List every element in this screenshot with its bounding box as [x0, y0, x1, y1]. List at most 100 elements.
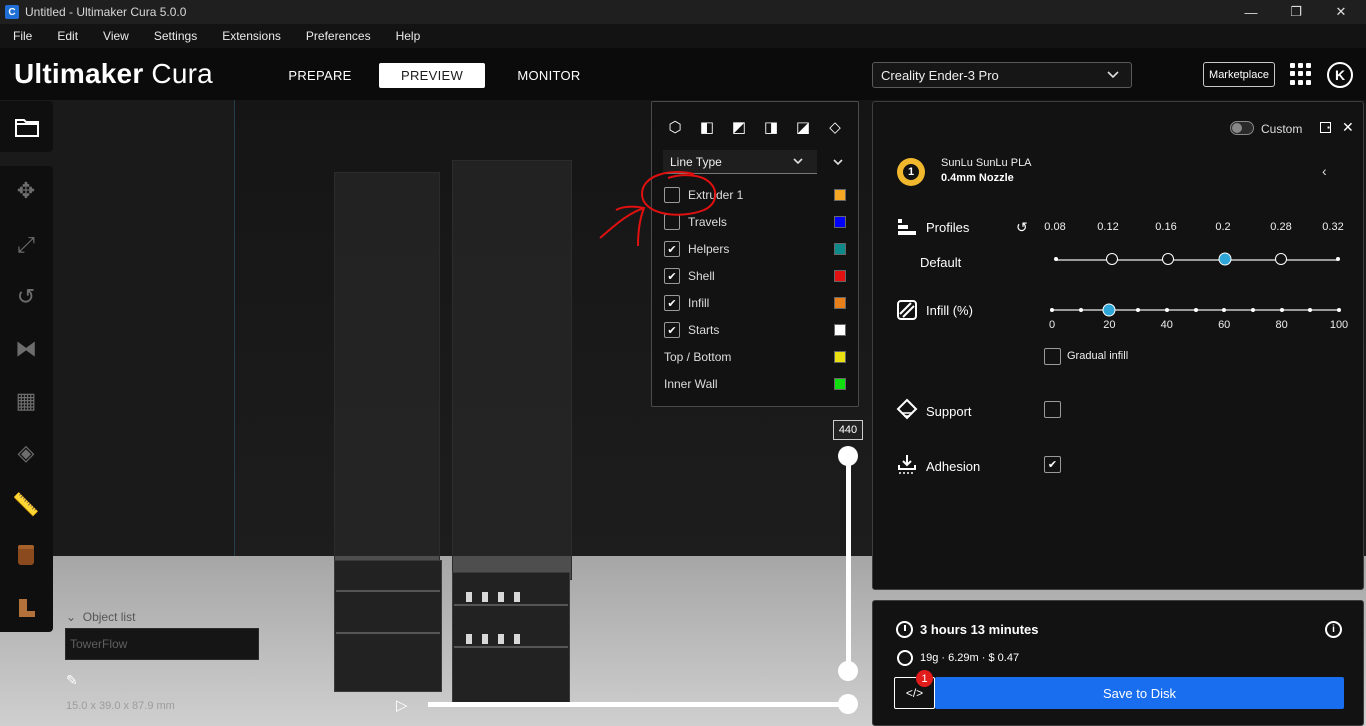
model-slot [482, 592, 488, 602]
per-model-settings-icon[interactable]: ▦ [13, 388, 39, 414]
feature-label: Top / Bottom [664, 350, 732, 364]
infill-tick-label: 20 [1103, 319, 1116, 331]
view-top-icon[interactable]: ◩ [730, 118, 748, 136]
feature-checkbox[interactable]: ✔ [664, 295, 680, 311]
reset-profile-icon[interactable]: ↺ [1016, 219, 1028, 236]
profile-option-handle[interactable] [1106, 253, 1118, 265]
account-avatar[interactable]: K [1327, 62, 1353, 88]
support-label: Support [926, 404, 972, 419]
feature-row-inner-wall: Inner Wall [664, 374, 848, 394]
menu-extensions[interactable]: Extensions [222, 29, 293, 43]
layer-height-slider-track[interactable] [1056, 259, 1338, 261]
material-spool-icon[interactable] [13, 542, 39, 568]
color-swatch [834, 270, 846, 282]
open-file-button[interactable] [0, 101, 53, 152]
model-layer-line [454, 604, 568, 606]
tab-monitor[interactable]: MONITOR [505, 63, 593, 88]
layer-slider-top-handle[interactable] [838, 446, 858, 466]
infill-label: Infill (%) [926, 303, 973, 318]
view-right-icon[interactable]: ◪ [794, 118, 812, 136]
color-swatch [834, 378, 846, 390]
profile-option-handle[interactable] [1275, 253, 1287, 265]
infill-icon [896, 299, 918, 321]
custom-model-icon[interactable] [13, 594, 39, 620]
view-3d-icon[interactable]: ⬡ [666, 118, 684, 136]
menu-edit[interactable]: Edit [57, 29, 90, 43]
feature-row-shell[interactable]: ✔ Shell [664, 266, 848, 286]
view-xray-icon[interactable]: ◇ [826, 118, 844, 136]
feature-checkbox[interactable]: ✔ [664, 322, 680, 338]
profiles-label: Profiles [926, 220, 970, 235]
scale-tool-icon[interactable]: ⤢ [13, 232, 39, 258]
feature-checkbox[interactable]: ✔ [664, 268, 680, 284]
infill-notch [1337, 308, 1341, 312]
chevron-down-icon [1107, 71, 1119, 79]
feature-label: Shell [688, 269, 715, 283]
support-blocker-icon[interactable]: ◈ [13, 440, 39, 466]
color-swatch [834, 297, 846, 309]
color-swatch [834, 243, 846, 255]
support-checkbox[interactable] [1044, 401, 1061, 418]
move-tool-icon[interactable]: ✥ [13, 178, 39, 204]
layer-slider-track[interactable] [846, 456, 851, 672]
infill-tick-label: 100 [1329, 319, 1349, 331]
view-left-icon[interactable]: ◨ [762, 118, 780, 136]
menu-preferences[interactable]: Preferences [306, 29, 383, 43]
object-dimensions: 15.0 x 39.0 x 87.9 mm [66, 700, 175, 712]
menu-settings[interactable]: Settings [154, 29, 209, 43]
printer-selector[interactable]: Creality Ender-3 Pro [872, 62, 1132, 88]
feature-row-starts[interactable]: ✔ Starts [664, 320, 848, 340]
profile-selected-handle[interactable] [1218, 252, 1232, 266]
menu-help[interactable]: Help [396, 29, 433, 43]
measure-tool-icon[interactable]: 📏 [12, 492, 39, 518]
close-window-button[interactable]: ✕ [1318, 0, 1364, 24]
minimize-button[interactable]: — [1228, 0, 1274, 24]
layer-slider-bottom-handle[interactable] [838, 661, 858, 681]
tool-bar: ✥ ⤢ ↺ ⧓ ▦ ◈ 📏 [0, 166, 53, 632]
close-panel-icon[interactable]: ✕ [1342, 119, 1354, 136]
marketplace-button[interactable]: Marketplace [1203, 62, 1275, 87]
object-name-field[interactable]: TowerFlow [65, 628, 259, 660]
adhesion-checkbox[interactable]: ✔ [1044, 456, 1061, 473]
infill-notch [1136, 308, 1141, 312]
menu-file[interactable]: File [13, 29, 44, 43]
chevron-left-icon[interactable]: ‹ [1322, 163, 1327, 179]
maximize-button[interactable]: ❐ [1273, 0, 1319, 24]
profile-tick-label: 0.32 [1322, 221, 1344, 233]
infill-notch [1279, 308, 1284, 312]
layer-number-input[interactable]: 440 [833, 420, 863, 440]
ultimaker-cura-logo: Ultimaker Cura [14, 58, 213, 89]
info-icon[interactable]: i [1325, 621, 1342, 638]
mirror-tool-icon[interactable]: ⧓ [13, 336, 39, 362]
model-tower-right [452, 160, 572, 580]
custom-mode-toggle[interactable] [1230, 121, 1254, 135]
pencil-icon[interactable]: ✎ [66, 672, 78, 689]
infill-notch [1164, 308, 1169, 312]
cura-app-icon: C [5, 5, 19, 19]
menu-view[interactable]: View [103, 29, 141, 43]
play-simulation-button[interactable]: ▷ [396, 696, 408, 714]
save-to-disk-button[interactable]: Save to Disk [935, 677, 1344, 709]
tab-preview[interactable]: PREVIEW [379, 63, 485, 88]
infill-slider-handle[interactable] [1102, 303, 1116, 317]
notification-badge: 1 [916, 670, 933, 687]
model-tower-left-printed [334, 560, 442, 692]
object-list-toggle[interactable]: ⌄ Object list [66, 610, 135, 624]
custom-mode-label[interactable]: Custom [1261, 122, 1302, 136]
apps-grid-icon[interactable] [1290, 63, 1312, 85]
adhesion-label: Adhesion [926, 459, 981, 474]
path-slider-track[interactable] [428, 702, 850, 707]
tab-prepare[interactable]: PREPARE [278, 63, 362, 88]
rotate-tool-icon[interactable]: ↺ [13, 284, 39, 310]
path-slider-handle[interactable] [838, 694, 858, 714]
gradual-infill-label: Gradual infill [1067, 350, 1129, 362]
open-custom-settings-icon[interactable]: ▪ [1320, 122, 1331, 133]
feature-row-infill[interactable]: ✔ Infill [664, 293, 848, 313]
profile-option-handle[interactable] [1162, 253, 1174, 265]
extruder-icon[interactable]: 1 [897, 158, 925, 186]
model-layer-line [454, 646, 568, 648]
infill-tick-label: 0 [1048, 319, 1056, 331]
collapse-panel-button[interactable] [828, 152, 848, 172]
view-front-icon[interactable]: ◧ [698, 118, 716, 136]
gradual-infill-checkbox[interactable] [1044, 348, 1061, 365]
